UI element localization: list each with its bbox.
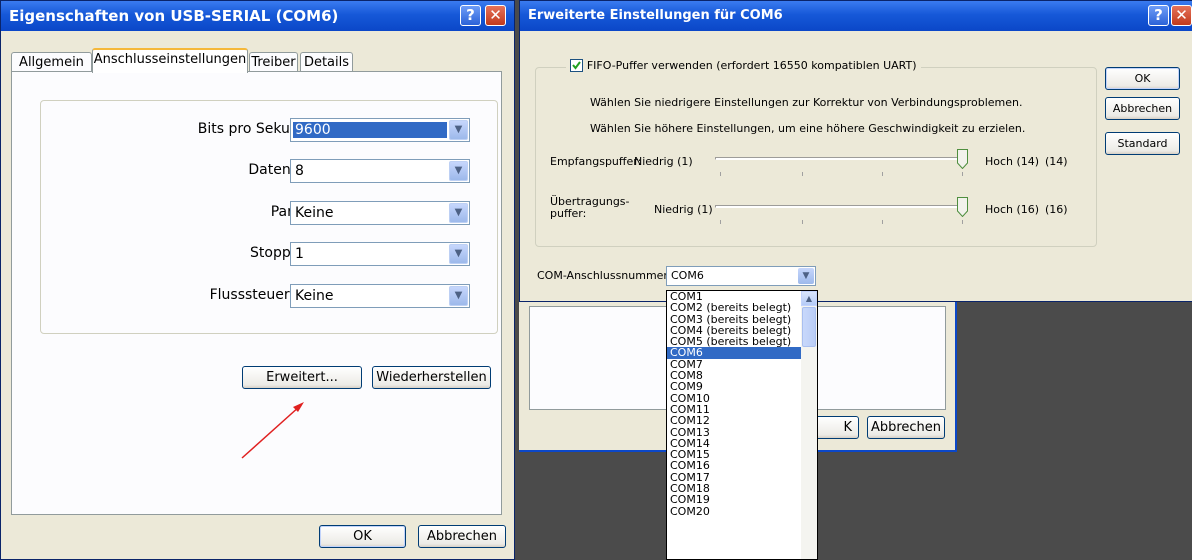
stop-bits-value: 1 — [295, 246, 304, 262]
transmit-tick — [962, 220, 963, 224]
receive-tick — [802, 172, 803, 176]
tab-allgemein[interactable]: Allgemein — [11, 52, 92, 72]
cancel-button[interactable]: Abbrechen — [418, 525, 506, 548]
transmit-tick — [720, 220, 721, 224]
checkmark-icon — [572, 61, 581, 70]
receive-buffer-label: Empfangspuffer: — [550, 155, 642, 168]
close-button[interactable]: ✕ — [485, 5, 506, 26]
parity-value: Keine — [295, 205, 334, 221]
fifo-checkbox-label: FIFO-Puffer verwenden (erfordert 16550 k… — [586, 59, 917, 72]
transmit-buffer-label-2: puffer: — [550, 207, 587, 220]
properties-body: Allgemein Anschlusseinstellungen Treiber… — [1, 31, 514, 559]
scroll-up-icon[interactable]: ▲ — [801, 291, 817, 306]
bits-per-second-value: 9600 — [293, 122, 447, 138]
help-button[interactable]: ? — [460, 5, 481, 26]
receive-slider-thumb[interactable] — [957, 149, 968, 169]
tab-treiber[interactable]: Treiber — [249, 52, 298, 72]
properties-dialog: Eigenschaften von USB-SERIAL (COM6) ? ✕ … — [0, 0, 515, 560]
receive-buffer-slider[interactable] — [715, 157, 967, 160]
scrollbar-thumb[interactable] — [802, 307, 816, 347]
advanced-title: Erweiterte Einstellungen für COM6 — [528, 8, 783, 23]
com-port-value: COM6 — [671, 269, 704, 282]
parity-select[interactable]: Keine ▼ — [290, 201, 470, 225]
com-port-option[interactable]: COM12 — [667, 415, 801, 426]
receive-high-label: Hoch (14) — [985, 155, 1040, 168]
advanced-cancel-button[interactable]: Abbrechen — [1105, 97, 1180, 120]
tab-panel: Bits pro Sekunde: 9600 ▼ Datenbits: 8 ▼ … — [11, 71, 502, 515]
chevron-down-icon[interactable]: ▼ — [449, 161, 468, 181]
com-port-option[interactable]: COM2 (bereits belegt) — [667, 302, 801, 313]
chevron-down-icon[interactable]: ▼ — [449, 203, 468, 223]
com-port-options: COM1 COM2 (bereits belegt) COM3 (bereits b… — [667, 291, 801, 517]
restore-defaults-button[interactable]: Wiederherstellen — [372, 366, 491, 389]
transmit-tick — [802, 220, 803, 224]
background-cancel-button[interactable]: Abbrechen — [867, 416, 945, 439]
com-port-select[interactable]: COM6 ▼ — [666, 266, 816, 286]
stop-bits-select[interactable]: 1 ▼ — [290, 242, 470, 266]
fifo-checkbox[interactable] — [570, 59, 583, 72]
receive-current-value: (14) — [1045, 155, 1068, 168]
receive-tick — [882, 172, 883, 176]
chevron-down-icon[interactable]: ▼ — [449, 286, 468, 306]
flow-control-select[interactable]: Keine ▼ — [290, 284, 470, 308]
advanced-settings-dialog: Erweiterte Einstellungen für COM6 ? ✕ FI… — [519, 0, 1192, 302]
properties-title: Eigenschaften von USB-SERIAL (COM6) — [9, 7, 339, 25]
receive-tick — [962, 172, 963, 176]
hint-high-text: Wählen Sie höhere Einstellungen, um eine… — [590, 122, 1026, 135]
close-button[interactable]: ✕ — [1171, 5, 1192, 26]
transmit-slider-thumb[interactable] — [957, 197, 968, 217]
chevron-down-icon[interactable]: ▼ — [449, 244, 468, 264]
advanced-ok-button[interactable]: OK — [1105, 67, 1180, 90]
advanced-body: FIFO-Puffer verwenden (erfordert 16550 k… — [520, 31, 1192, 301]
com-port-option[interactable]: COM19 — [667, 494, 801, 505]
ok-button[interactable]: OK — [319, 525, 406, 548]
receive-tick — [720, 172, 721, 176]
hint-low-text: Wählen Sie niedrigere Einstellungen zur … — [590, 96, 1023, 109]
com-port-label: COM-Anschlussnummer: — [537, 269, 672, 282]
tab-anschlusseinstellungen[interactable]: Anschlusseinstellungen — [92, 48, 248, 73]
settings-group: Bits pro Sekunde: 9600 ▼ Datenbits: 8 ▼ … — [40, 100, 498, 334]
fifo-checkbox-row[interactable]: FIFO-Puffer verwenden (erfordert 16550 k… — [566, 58, 921, 72]
transmit-high-label: Hoch (16) — [985, 203, 1040, 216]
receive-low-label: Niedrig (1) — [634, 155, 693, 168]
com-port-option[interactable]: COM20 — [667, 505, 801, 517]
dropdown-scrollbar[interactable]: ▲ — [801, 291, 817, 559]
transmit-low-label: Niedrig (1) — [654, 203, 713, 216]
transmit-current-value: (16) — [1045, 203, 1068, 216]
advanced-titlebar[interactable]: Erweiterte Einstellungen für COM6 — [520, 1, 1192, 31]
com-port-option[interactable]: COM9 — [667, 381, 801, 392]
red-arrow-annotation — [241, 402, 304, 459]
flow-control-value: Keine — [295, 288, 334, 304]
chevron-down-icon[interactable]: ▼ — [449, 120, 468, 140]
transmit-tick — [882, 220, 883, 224]
advanced-button[interactable]: Erweitert... — [242, 366, 362, 389]
defaults-button[interactable]: Standard — [1105, 132, 1180, 155]
tab-strip: Allgemein Anschlusseinstellungen Treiber… — [11, 48, 504, 73]
data-bits-select[interactable]: 8 ▼ — [290, 159, 470, 183]
com-port-dropdown-list[interactable]: COM1 COM2 (bereits belegt) COM3 (bereits b… — [666, 290, 818, 560]
bits-per-second-select[interactable]: 9600 ▼ — [290, 118, 470, 142]
data-bits-value: 8 — [295, 163, 304, 179]
tab-details[interactable]: Details — [300, 52, 353, 72]
properties-titlebar[interactable]: Eigenschaften von USB-SERIAL (COM6) — [1, 1, 514, 31]
transmit-buffer-slider[interactable] — [715, 205, 967, 208]
help-button[interactable]: ? — [1148, 5, 1169, 26]
chevron-down-icon[interactable]: ▼ — [798, 268, 814, 284]
